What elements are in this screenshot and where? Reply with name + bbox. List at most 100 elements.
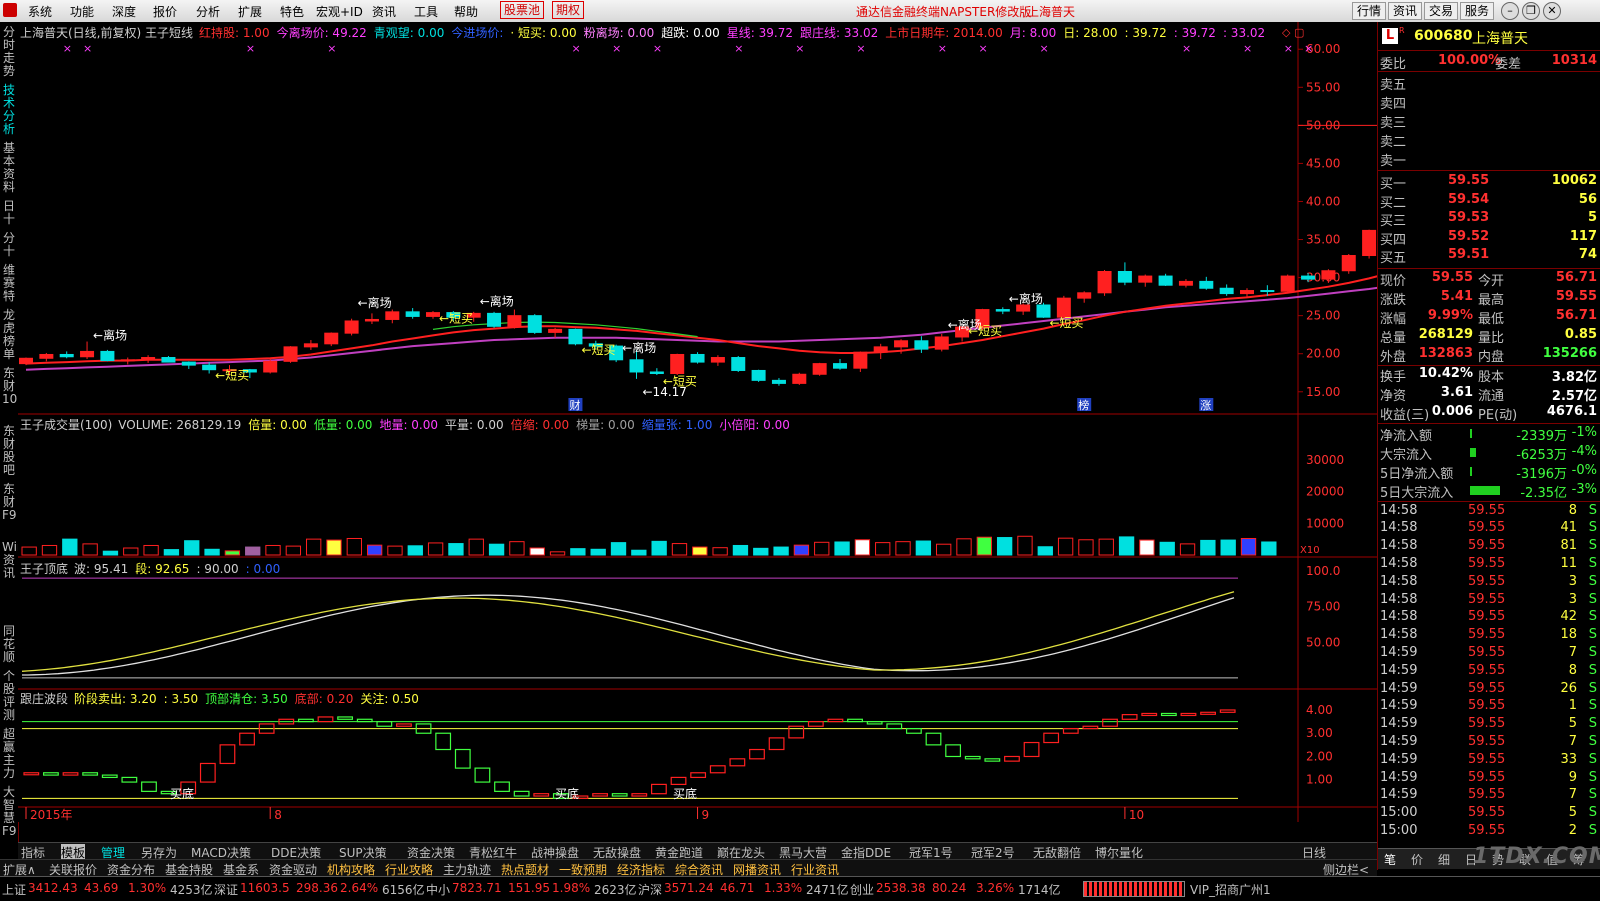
index-name-4[interactable]: 创业	[850, 881, 874, 898]
left-tab-4[interactable]: 分十	[2, 232, 16, 258]
top-right-button-1[interactable]: 资讯	[1388, 2, 1423, 20]
menu-item-10[interactable]: 帮助	[454, 3, 478, 20]
menu-item-2[interactable]: 深度	[112, 3, 136, 20]
left-tab-14[interactable]: 大智慧F9	[2, 786, 17, 838]
menu-item-3[interactable]: 报价	[153, 3, 177, 20]
index-amt-1: 6156亿	[382, 883, 425, 897]
volHdr-item-8: 小倍阳: 0.00	[719, 418, 790, 432]
tick-time: 14:59	[1380, 716, 1418, 732]
menu-item-4[interactable]: 分析	[196, 3, 220, 20]
wave-tick-label-0: 100.0	[1306, 564, 1340, 578]
side-tab-2[interactable]: 细	[1438, 851, 1450, 868]
menu-item-0[interactable]: 系统	[28, 3, 52, 20]
flow-bar	[1470, 447, 1476, 457]
menu-item-7[interactable]: 宏观+ID	[316, 3, 363, 20]
side-tab-0[interactable]: 笔	[1384, 851, 1396, 868]
left-tab-7[interactable]: 东财10	[2, 367, 17, 406]
mainHdr-item-1: 今离场价: 49.22	[276, 26, 367, 40]
flow-bar	[1470, 466, 1472, 476]
quote-label-1: 现价	[1380, 273, 1407, 289]
tick-time: 14:59	[1380, 680, 1418, 696]
menu-highlight-1[interactable]: 期权	[552, 1, 585, 19]
index-name-0[interactable]: 上证	[2, 881, 26, 898]
annotation-12: ←短买	[1050, 316, 1084, 330]
top-right-button-2[interactable]: 交易	[1424, 2, 1459, 20]
left-tab-3[interactable]: 日十	[2, 200, 16, 226]
quote-panel: L R 600680 上海普天 委比 100.00% 委差 10314 卖五 卖四…	[1377, 22, 1600, 870]
top-right-button-0[interactable]: 行情	[1352, 2, 1387, 20]
menu-item-1[interactable]: 功能	[70, 3, 94, 20]
sell-row-2[interactable]: 卖三	[1378, 112, 1600, 131]
restore-window-icon[interactable]: ❐	[1522, 2, 1540, 20]
volume-bar-7	[163, 549, 180, 556]
index-name-1[interactable]: 深证	[214, 881, 238, 898]
left-tab-5[interactable]: 维赛特	[2, 264, 16, 303]
index-name-3[interactable]: 沪深	[638, 881, 662, 898]
left-tab-12[interactable]: 个股评测	[2, 670, 16, 722]
tick-vol: 5	[1568, 716, 1577, 732]
left-tab-0[interactable]: 分时走势	[2, 26, 16, 78]
band-tick-label-1: 3.00	[1306, 726, 1333, 740]
annotation-3: ←离场	[480, 293, 514, 308]
candle-23	[487, 311, 502, 328]
tick-vol: 41	[1560, 520, 1577, 536]
flow-label: 净流入额	[1380, 428, 1433, 444]
menu-item-8[interactable]: 资讯	[372, 3, 396, 20]
left-tab-2[interactable]: 基本资料	[2, 142, 16, 194]
menu-bar: 系统 功能 深度 报价 分析 扩展 特色 宏观+ID 资讯 工具 帮助 股票池 期权 通达信金融终端NA…	[0, 0, 1600, 23]
sell-row-0[interactable]: 卖五	[1378, 74, 1600, 93]
volHdr-item-4: 平量: 0.00	[445, 418, 504, 432]
top-marker-15: ×	[1284, 42, 1293, 55]
side-tab-1[interactable]: 价	[1411, 851, 1423, 868]
index-pct-2: 1.98%	[552, 881, 591, 895]
buy-row-4[interactable]: 买五 59.51 74	[1378, 247, 1600, 266]
top-marker-3: ×	[327, 42, 336, 55]
volume-bar-50	[1037, 546, 1053, 556]
volHdr-item-2: 低量: 0.00	[313, 418, 373, 432]
sell-row-4[interactable]: 卖一	[1378, 150, 1600, 169]
candle-15	[324, 332, 339, 347]
left-tab-6[interactable]: 龙虎榜单	[2, 309, 16, 361]
annotation-10: ←短买	[968, 324, 1002, 338]
quote-value-1: 3.61	[1440, 384, 1473, 400]
sell-row-1[interactable]: 卖四	[1378, 93, 1600, 112]
menu-item-5[interactable]: 扩展	[238, 3, 262, 20]
buy-vol: 74	[1578, 247, 1597, 262]
bandHdr-item-0: 阶段卖出: 3.20	[74, 692, 157, 706]
menu-highlight-0[interactable]: 股票池	[500, 1, 545, 19]
candle-35	[731, 355, 746, 372]
expand-icon: ◇ ▢	[1282, 26, 1304, 39]
candle-51	[1056, 295, 1071, 318]
buy-row-0[interactable]: 买一 59.55 10062	[1378, 173, 1600, 192]
buy-row-1[interactable]: 买二 59.54 56	[1378, 192, 1600, 211]
left-tab-10[interactable]: Wind资讯	[2, 541, 32, 580]
sell-row-3[interactable]: 卖二	[1378, 131, 1600, 150]
buy-row-3[interactable]: 买四 59.52 117	[1378, 228, 1600, 248]
top-right-button-3[interactable]: 服务	[1460, 2, 1495, 20]
market-bar-icon	[1083, 881, 1185, 897]
volHdr-item-1: 倍量: 0.00	[248, 418, 307, 432]
tick-price: 59.55	[1468, 627, 1506, 643]
band-tick-label-2: 2.00	[1306, 749, 1333, 763]
top-marker-14: ×	[1243, 42, 1252, 55]
buy-row-2[interactable]: 买三 59.53 5	[1378, 210, 1600, 229]
buy-label: 买三	[1380, 214, 1407, 229]
server-label[interactable]: VIP_招商广州1	[1190, 881, 1271, 898]
close-window-icon[interactable]: ✕	[1543, 2, 1561, 20]
quote-value-2: 3.82亿	[1551, 369, 1597, 385]
left-tab-8[interactable]: 东财股吧	[2, 425, 16, 477]
volume-bar-2	[62, 538, 78, 556]
buy-price: 59.52	[1448, 228, 1490, 244]
volume-bar-56	[1159, 541, 1175, 556]
left-tab-1[interactable]: 技术分析	[2, 84, 16, 136]
minimize-window-icon[interactable]: –	[1501, 2, 1519, 20]
left-tab-13[interactable]: 超赢主力	[2, 728, 16, 780]
band-label-2: 买底	[673, 786, 697, 801]
menu-item-6[interactable]: 特色	[280, 3, 304, 20]
index-name-2[interactable]: 中小	[426, 881, 450, 898]
left-tab-9[interactable]: 东财F9	[2, 483, 17, 522]
left-tab-11[interactable]: 同花顺	[2, 625, 16, 664]
quote-row-3: 总量 268129 量比 0.85	[1378, 327, 1600, 346]
top-marker-7: ×	[734, 42, 743, 55]
menu-item-9[interactable]: 工具	[414, 3, 438, 20]
